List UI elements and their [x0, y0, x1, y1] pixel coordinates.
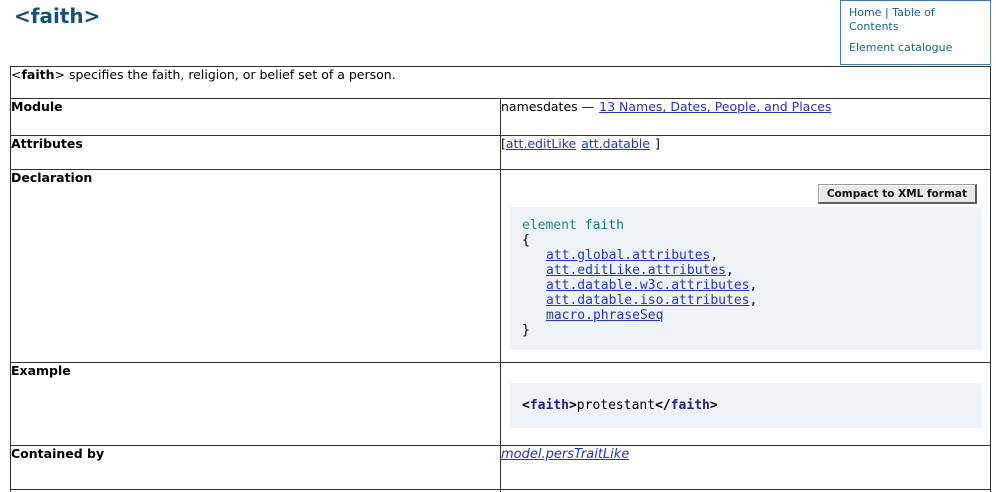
close-tag-lt: </	[655, 398, 671, 413]
module-chapter-link[interactable]: 13 Names, Dates, People, and Places	[599, 99, 831, 114]
declaration-link-att-editlike[interactable]: att.editLike.attributes	[546, 263, 726, 278]
description-tag-open: <	[11, 67, 21, 82]
comma: ,	[750, 293, 758, 308]
declaration-line-element: element faith	[522, 218, 972, 233]
open-tag-gt: >	[569, 398, 577, 413]
module-value-cell: namesdates — 13 Names, Dates, People, and…	[501, 99, 991, 136]
contained-by-row: Contained by model.persTraitLike	[11, 446, 991, 490]
close-tag-gt: >	[710, 398, 718, 413]
declaration-link-att-datable-w3c[interactable]: att.datable.w3c.attributes	[546, 278, 750, 293]
description-cell: <faith> specifies the faith, religion, o…	[11, 67, 991, 99]
nav-home-link[interactable]: Home	[849, 6, 881, 19]
module-value: namesdates —	[501, 99, 594, 114]
nav-line-1: Home | Table of Contents	[849, 6, 982, 33]
declaration-link-macro-phraseseq[interactable]: macro.phraseSeq	[546, 308, 663, 323]
comma: ,	[710, 248, 718, 263]
comma: ,	[726, 263, 734, 278]
top-nav-box: Home | Table of Contents Element catalog…	[840, 0, 991, 65]
declaration-brace-open: {	[522, 233, 972, 248]
page: <faith> Home | Table of Contents Element…	[0, 0, 996, 492]
nav-separator: |	[885, 6, 889, 19]
nav-line-2: Element catalogue	[849, 41, 982, 55]
contained-by-label: Contained by	[11, 446, 501, 490]
module-row: Module namesdates — 13 Names, Dates, Peop…	[11, 99, 991, 136]
attributes-label: Attributes	[11, 136, 501, 170]
declaration-link-att-global[interactable]: att.global.attributes	[546, 248, 710, 263]
attributes-value-cell: [att.editLikeatt.datable]	[501, 136, 991, 170]
declaration-ref-line: macro.phraseSeq	[522, 308, 972, 323]
example-cell: <faith>protestant</faith>	[501, 363, 991, 446]
declaration-ref-line: att.global.attributes,	[522, 248, 972, 263]
example-row: Example <faith>protestant</faith>	[11, 363, 991, 446]
compact-to-xml-button[interactable]: Compact to XML format	[818, 184, 977, 204]
description-tag-name: faith	[21, 67, 54, 82]
declaration-link-att-datable-iso[interactable]: att.datable.iso.attributes	[546, 293, 750, 308]
attributes-row: Attributes [att.editLikeatt.datable]	[11, 136, 991, 170]
contained-by-cell: model.persTraitLike	[501, 446, 991, 490]
element-spec-table: <faith> specifies the faith, religion, o…	[10, 66, 991, 492]
module-label: Module	[11, 99, 501, 136]
declaration-row: Declaration Compact to XML format elemen…	[11, 170, 991, 363]
nav-element-catalogue-link[interactable]: Element catalogue	[849, 41, 952, 54]
attribute-class-link-editlike[interactable]: att.editLike	[506, 136, 576, 151]
rng-element-name: faith	[585, 218, 624, 233]
declaration-ref-line: att.datable.iso.attributes,	[522, 293, 972, 308]
example-label: Example	[11, 363, 501, 446]
description-text: specifies the faith, religion, or belief…	[65, 67, 396, 82]
description-tag-close: >	[55, 67, 65, 82]
declaration-brace-close: }	[522, 323, 972, 338]
contained-by-link-model-perstraitlike[interactable]: model.persTraitLike	[501, 447, 629, 462]
open-tag-name: faith	[530, 398, 569, 413]
declaration-label: Declaration	[11, 170, 501, 363]
attribute-class-link-datable[interactable]: att.datable	[581, 136, 650, 151]
example-content: protestant	[577, 398, 655, 413]
declaration-cell: Compact to XML format element faith { att…	[501, 170, 991, 363]
declaration-code-block: element faith { att.global.attributes, at…	[510, 207, 982, 350]
attributes-bracket-close: ]	[655, 136, 660, 151]
example-code-line: <faith>protestant</faith>	[522, 398, 972, 413]
example-code-block: <faith>protestant</faith>	[510, 383, 982, 428]
declaration-ref-line: att.editLike.attributes,	[522, 263, 972, 278]
declaration-ref-line: att.datable.w3c.attributes,	[522, 278, 972, 293]
close-tag-name: faith	[671, 398, 710, 413]
rng-keyword: element	[522, 218, 577, 233]
description-row: <faith> specifies the faith, religion, o…	[11, 67, 991, 99]
comma: ,	[750, 278, 758, 293]
open-tag-lt: <	[522, 398, 530, 413]
